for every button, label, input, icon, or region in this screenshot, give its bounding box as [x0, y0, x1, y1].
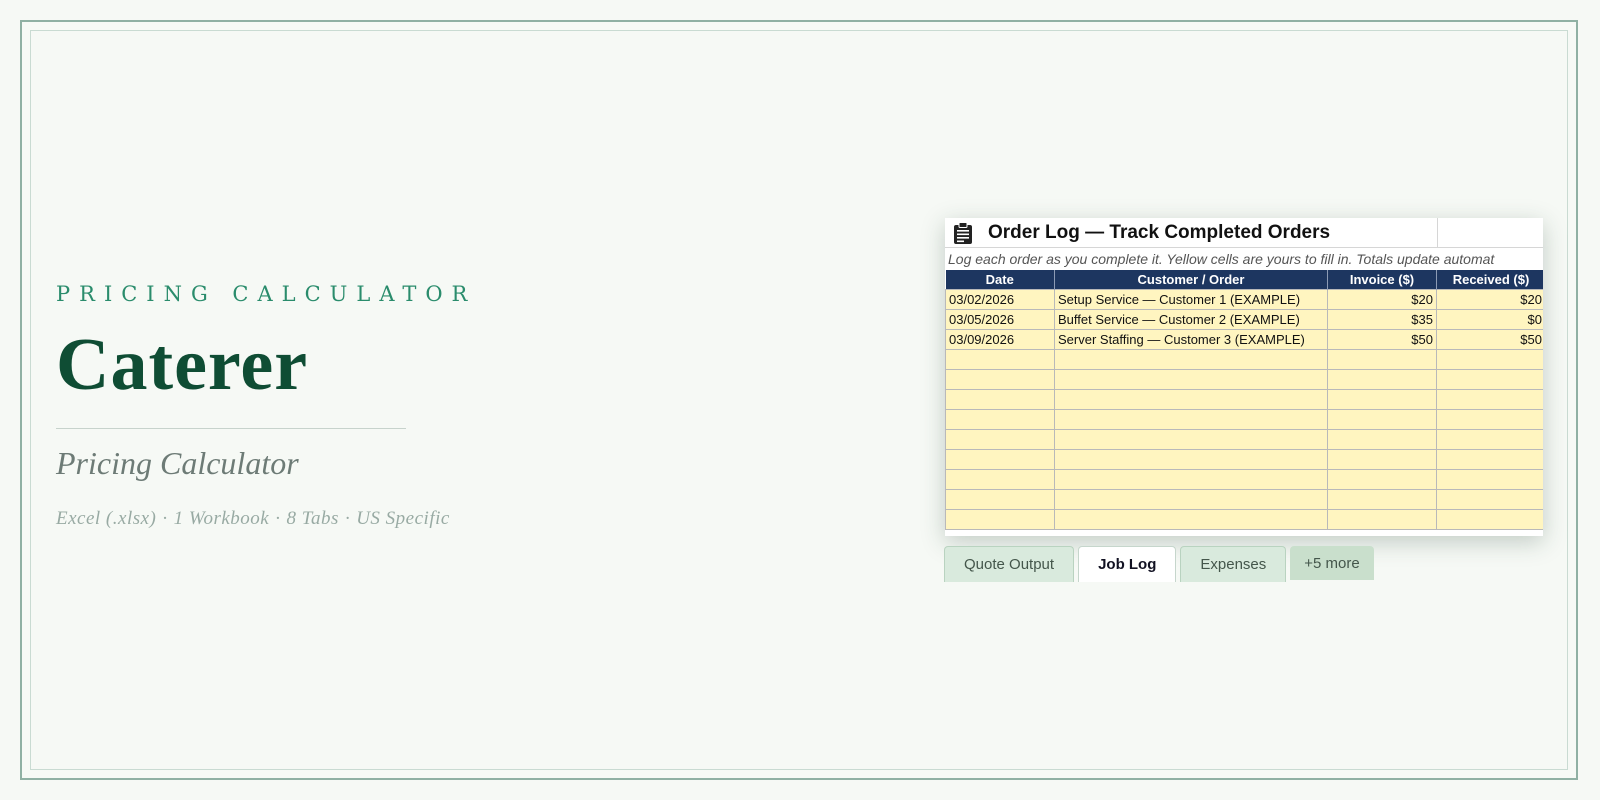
table-cell[interactable]: $35 [1327, 308, 1437, 330]
table-row [945, 508, 1543, 530]
table-cell[interactable] [1054, 508, 1328, 530]
clipboard-icon [954, 222, 972, 244]
table-row [945, 388, 1543, 410]
table-cell[interactable] [1054, 488, 1328, 510]
table-cell[interactable] [945, 388, 1055, 410]
sheet-tabs: Quote Output Job Log Expenses +5 more [944, 546, 1374, 582]
table-cell[interactable] [1436, 388, 1543, 410]
table-cell[interactable] [945, 348, 1055, 370]
table-cell[interactable] [1054, 448, 1328, 470]
meta-workbooks: 1 Workbook [173, 508, 270, 529]
table-cell[interactable] [1436, 368, 1543, 390]
column-header-received[interactable]: Received ($) [1436, 270, 1543, 289]
table-cell[interactable] [1327, 368, 1437, 390]
table-cell[interactable] [1327, 428, 1437, 450]
table-row: 03/02/2026 Setup Service — Customer 1 (EX… [945, 288, 1543, 310]
table-cell[interactable]: $20 [1327, 288, 1437, 310]
table-cell[interactable]: $20 [1436, 288, 1543, 310]
table-row: 03/05/2026 Buffet Service — Customer 2 (E… [945, 308, 1543, 330]
table-cell[interactable] [1436, 488, 1543, 510]
table-cell[interactable]: 03/09/2026 [945, 328, 1055, 350]
sheet-title: Order Log — Track Completed Orders [988, 222, 1331, 243]
meta-region: US Specific [356, 508, 450, 529]
table-cell[interactable]: 03/02/2026 [945, 288, 1055, 310]
tab-job-log[interactable]: Job Log [1078, 546, 1177, 582]
table-cell[interactable]: Buffet Service — Customer 2 (EXAMPLE) [1054, 308, 1328, 330]
table-cell[interactable] [1327, 388, 1437, 410]
meta-tabs: 8 Tabs [286, 508, 339, 529]
table-row [945, 488, 1543, 510]
table-row [945, 368, 1543, 390]
order-log-table: Date Customer / Order Invoice ($) Receiv… [945, 270, 1543, 530]
table-cell[interactable] [1327, 348, 1437, 370]
table-cell[interactable] [945, 428, 1055, 450]
table-cell[interactable]: $0 [1436, 308, 1543, 330]
table-row [945, 448, 1543, 470]
table-cell[interactable] [1054, 348, 1328, 370]
table-cell[interactable] [1327, 488, 1437, 510]
table-cell[interactable] [1436, 448, 1543, 470]
table-cell[interactable] [945, 488, 1055, 510]
meta-format: Excel (.xlsx) [56, 508, 157, 529]
table-cell[interactable] [1327, 448, 1437, 470]
table-cell[interactable] [1054, 388, 1328, 410]
table-row [945, 408, 1543, 430]
sheet-title-row: Order Log — Track Completed Orders [945, 218, 1543, 248]
tab-quote-output[interactable]: Quote Output [944, 546, 1075, 582]
table-cell[interactable] [1327, 408, 1437, 430]
column-header-invoice[interactable]: Invoice ($) [1327, 270, 1437, 289]
table-cell[interactable] [945, 408, 1055, 430]
page-title: Caterer [56, 324, 309, 406]
table-cell[interactable] [945, 368, 1055, 390]
table-cell[interactable] [1436, 408, 1543, 430]
table-cell[interactable] [1436, 428, 1543, 450]
more-tabs-button[interactable]: +5 more [1290, 546, 1374, 580]
table-cell[interactable] [1327, 508, 1437, 530]
table-cell[interactable] [1054, 368, 1328, 390]
sheet-instructions: Log each order as you complete it. Yello… [948, 251, 1495, 267]
table-row [945, 348, 1543, 370]
tab-expenses[interactable]: Expenses [1180, 546, 1287, 582]
table-cell[interactable] [1436, 348, 1543, 370]
table-cell[interactable]: $50 [1327, 328, 1437, 350]
table-row [945, 428, 1543, 450]
table-cell[interactable] [945, 468, 1055, 490]
spreadsheet-preview: Order Log — Track Completed Orders Log e… [945, 218, 1543, 536]
table-cell[interactable] [1436, 468, 1543, 490]
table-cell[interactable] [945, 508, 1055, 530]
title-divider [56, 428, 406, 429]
table-cell[interactable] [945, 448, 1055, 470]
table-row [945, 468, 1543, 490]
table-cell[interactable] [1436, 508, 1543, 530]
product-meta: Excel (.xlsx) · 1 Workbook · 8 Tabs · US Speci… [56, 508, 450, 529]
table-cell[interactable] [1054, 408, 1328, 430]
table-cell[interactable] [1054, 428, 1328, 450]
header-row: Date Customer / Order Invoice ($) Receiv… [945, 270, 1543, 289]
table-cell[interactable]: $50 [1436, 328, 1543, 350]
table-cell[interactable] [1327, 468, 1437, 490]
table-cell[interactable]: Server Staffing — Customer 3 (EXAMPLE) [1054, 328, 1328, 350]
eyebrow-label: PRICING CALCULATOR [56, 282, 477, 306]
table-cell[interactable]: Setup Service — Customer 1 (EXAMPLE) [1054, 288, 1328, 310]
table-cell[interactable]: 03/05/2026 [945, 308, 1055, 330]
table-row: 03/09/2026 Server Staffing — Customer 3 (… [945, 328, 1543, 350]
page-subtitle: Pricing Calculator [56, 445, 299, 481]
table-cell[interactable] [1054, 468, 1328, 490]
column-header-date[interactable]: Date [945, 270, 1055, 289]
hero-section: PRICING CALCULATOR Caterer Pricing Calcu… [56, 282, 536, 530]
column-header-customer[interactable]: Customer / Order [1054, 270, 1328, 289]
